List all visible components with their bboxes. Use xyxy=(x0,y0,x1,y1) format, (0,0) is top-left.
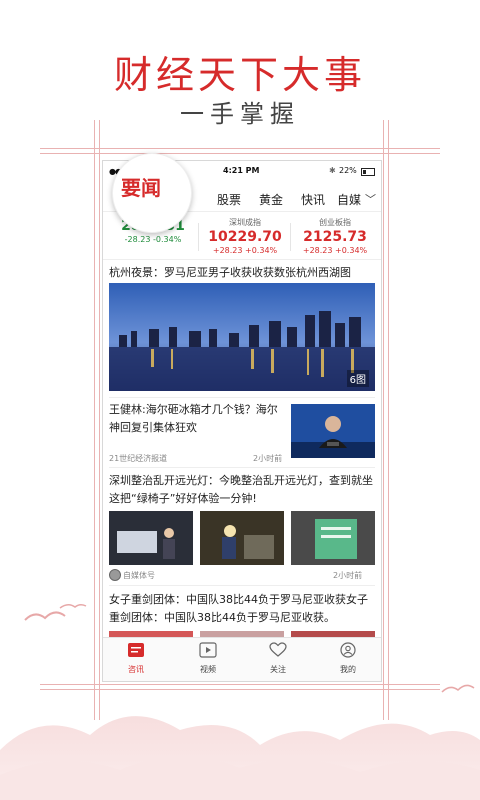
phone-screen: ●●●●○ 4:21 PM ✱ 22% 股票 黄金 快讯 自媒 ﹀ 2890.3… xyxy=(102,160,382,682)
avatar[interactable] xyxy=(109,569,121,581)
guide-line xyxy=(40,153,440,154)
guide-line xyxy=(388,120,389,720)
index-change: +28.23 +0.34% xyxy=(199,246,291,255)
traffic-check-image xyxy=(200,511,284,565)
status-time: 4:21 PM xyxy=(223,166,260,175)
tab-label: 关注 xyxy=(270,665,286,674)
article-source: 自媒体号 xyxy=(123,571,155,580)
index-card[interactable]: 深圳成指 10229.70 +28.23 +0.34% xyxy=(199,217,291,257)
index-change-pct: +0.34% xyxy=(245,246,278,255)
tab-stocks[interactable]: 股票 xyxy=(217,191,241,208)
guide-line xyxy=(383,120,384,720)
index-value: 10229.70 xyxy=(208,229,282,245)
article-time: 2小时前 xyxy=(333,571,363,580)
news-icon xyxy=(128,643,144,657)
bluetooth-icon: ✱ xyxy=(329,166,336,175)
tab-video[interactable]: 视频 xyxy=(183,642,233,675)
tab-label: 我的 xyxy=(340,665,356,674)
night-street-image xyxy=(109,511,193,565)
tab-label: 咨讯 xyxy=(128,665,144,674)
tab-news[interactable]: 咨讯 xyxy=(111,642,161,675)
index-change: -28.23 -0.34% xyxy=(107,235,199,244)
index-change-abs: +28.23 xyxy=(302,246,333,255)
article-thumbnail[interactable] xyxy=(109,511,193,565)
index-value: 2125.73 xyxy=(303,229,367,245)
promo-subtitle: 一手掌握 xyxy=(180,100,300,128)
city-night-image xyxy=(109,283,375,391)
article-photo[interactable]: 6图 xyxy=(109,283,375,391)
battery-icon xyxy=(361,168,375,176)
tab-headlines[interactable]: 要闻 xyxy=(112,153,192,233)
article-thumbnail[interactable] xyxy=(291,404,375,458)
index-change-abs: -28.23 xyxy=(124,235,151,244)
tab-profile[interactable]: 我的 xyxy=(323,642,373,675)
index-card[interactable]: 创业板指 2125.73 +28.23 +0.34% xyxy=(289,217,381,257)
divider xyxy=(109,585,375,586)
article-time: 2小时前 xyxy=(253,454,283,463)
index-change: +28.23 +0.34% xyxy=(289,246,381,255)
article-title[interactable]: 杭州夜景：罗马尼亚男子收获收获数张杭州西湖图 xyxy=(109,264,375,280)
bottom-tab-bar: 咨讯 视频 关注 我的 xyxy=(103,637,381,681)
divider xyxy=(103,259,381,260)
article-title[interactable]: 女子重剑团体：中国队38比44负于罗马尼亚收获女子重剑团体：中国队38比44负于… xyxy=(109,591,375,627)
video-icon xyxy=(199,642,217,658)
article-thumbnail[interactable] xyxy=(200,511,284,565)
tab-media[interactable]: 自媒 xyxy=(337,191,361,208)
index-change-abs: +28.23 xyxy=(212,246,243,255)
press-conference-image xyxy=(291,404,375,458)
index-name: 创业板指 xyxy=(319,218,351,227)
promo-title: 财经天下大事 xyxy=(113,53,366,97)
heart-icon xyxy=(269,642,287,657)
tab-gold[interactable]: 黄金 xyxy=(259,191,283,208)
article-thumbnail[interactable] xyxy=(291,511,375,565)
tab-follow[interactable]: 关注 xyxy=(253,642,303,675)
cloud-decoration xyxy=(0,716,480,800)
bird-icon xyxy=(24,603,87,621)
guide-line xyxy=(40,684,440,685)
green-chair-image xyxy=(291,511,375,565)
article-source: 21世纪经济报道 xyxy=(109,454,168,463)
guide-line xyxy=(94,120,95,720)
active-tab-label: 要闻 xyxy=(121,176,161,200)
divider xyxy=(109,397,375,398)
divider xyxy=(109,467,375,468)
guide-line xyxy=(99,120,100,720)
index-change-pct: -0.34% xyxy=(153,235,182,244)
profile-icon xyxy=(340,642,356,658)
bird-icon xyxy=(441,684,475,693)
battery-percent: 22% xyxy=(339,166,357,175)
tab-label: 视频 xyxy=(200,665,216,674)
index-name: 深圳成指 xyxy=(229,218,261,227)
guide-line xyxy=(40,148,440,149)
photo-count-badge: 6图 xyxy=(346,370,369,387)
article-title[interactable]: 深圳整治乱开远光灯：今晚整治乱开远光灯，查到就坐这把“绿椅子”好好体验一分钟! xyxy=(109,472,375,508)
article-title[interactable]: 王健林:海尔砸冰箱才几个钱？海尔神回复引集体狂欢 xyxy=(109,401,281,437)
article-images[interactable] xyxy=(109,511,375,565)
tab-flash[interactable]: 快讯 xyxy=(301,191,325,208)
index-change-pct: +0.34% xyxy=(335,246,368,255)
chevron-down-icon[interactable]: ﹀ xyxy=(365,191,376,207)
